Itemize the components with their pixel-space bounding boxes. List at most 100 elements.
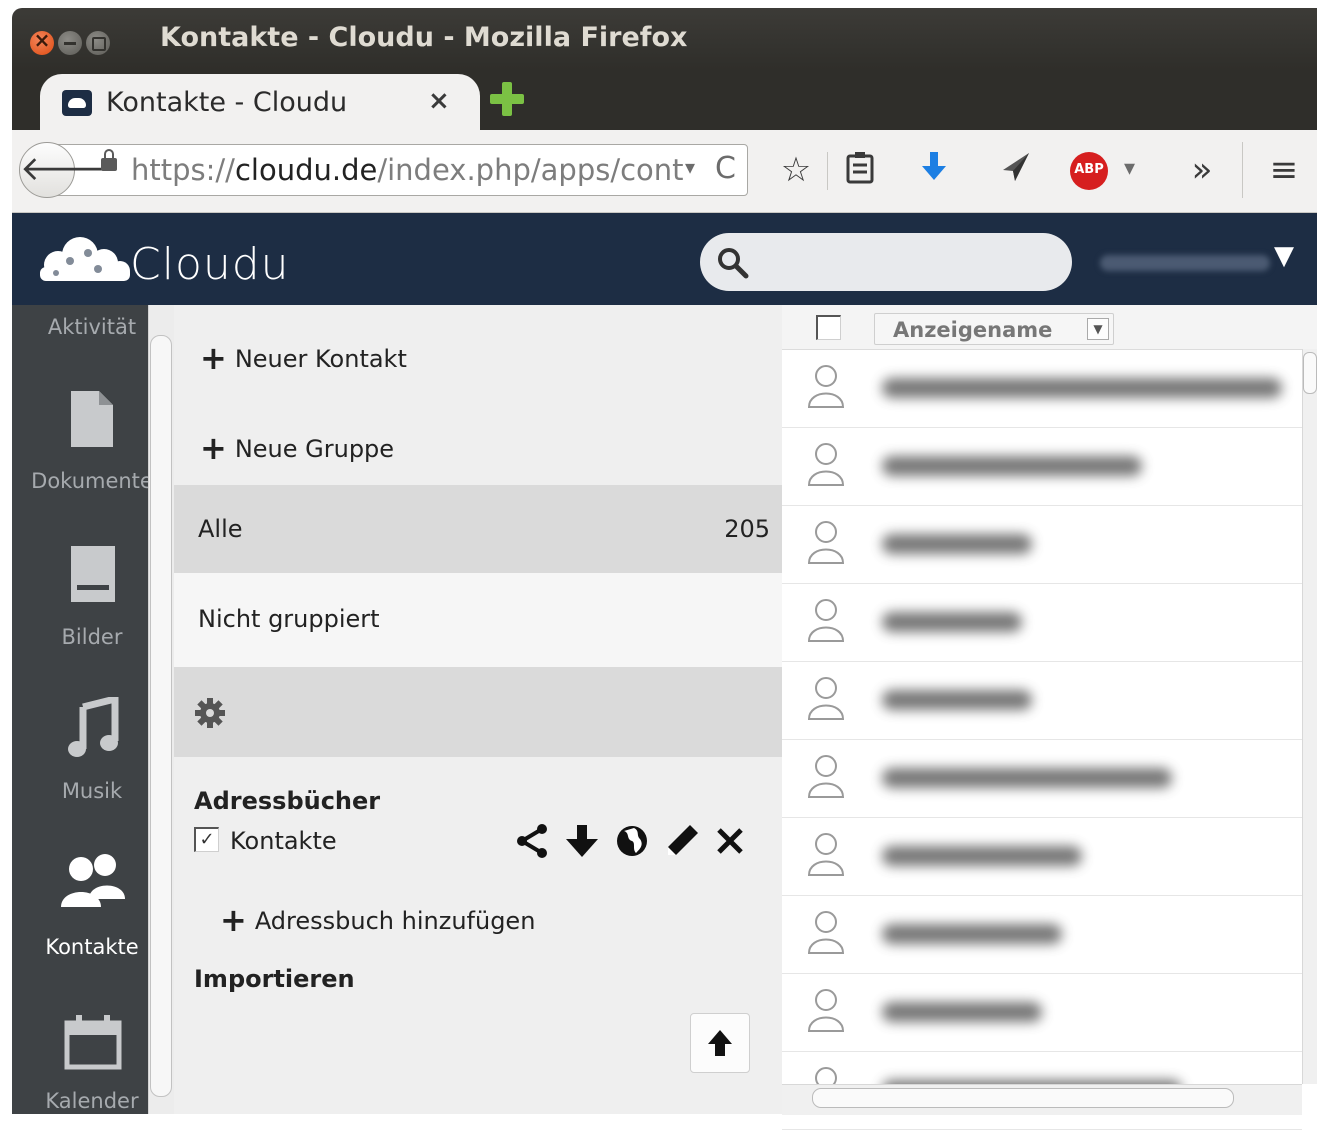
contact-avatar-icon	[807, 365, 845, 408]
contact-list: Anzeigename ▼	[782, 305, 1317, 1130]
contact-avatar-icon	[807, 833, 845, 876]
delete-icon[interactable]	[714, 825, 746, 857]
search-input[interactable]	[700, 233, 1072, 291]
download-icon[interactable]	[912, 150, 956, 193]
send-icon[interactable]	[994, 150, 1038, 193]
contact-name	[882, 924, 1062, 944]
sort-select-value: Anzeigename	[893, 318, 1053, 342]
contact-list-vscrollbar-thumb[interactable]	[1303, 352, 1317, 394]
url-path: /index.php/apps/cont	[377, 153, 684, 187]
navigation-toolbar: 🡐 https://cloudu.de/index.php/apps/cont …	[12, 130, 1317, 213]
plus-icon: +	[220, 901, 247, 939]
nav-item-aktivitaet[interactable]: Aktivität	[12, 315, 148, 339]
window-minimize-button[interactable]	[58, 31, 82, 55]
new-contact-label: Neuer Kontakt	[234, 345, 407, 373]
tab-kontakte[interactable]: Kontakte - Cloudu ×	[40, 74, 480, 130]
group-label: Nicht gruppiert	[198, 605, 380, 633]
contact-name	[882, 846, 1082, 866]
back-icon[interactable]: 🡐	[19, 142, 111, 198]
settings-row[interactable]	[174, 667, 782, 757]
document-icon[interactable]	[69, 389, 115, 449]
chevron-down-icon: ▼	[1087, 318, 1109, 340]
contact-row[interactable]	[782, 817, 1302, 896]
import-heading: Importieren	[194, 965, 355, 993]
window-title: Kontakte - Cloudu - Mozilla Firefox	[160, 22, 688, 53]
add-addressbook-button[interactable]: + Adressbuch hinzufügen	[220, 901, 535, 939]
contact-list-header: Anzeigename ▼	[782, 305, 1317, 350]
contact-avatar-icon	[807, 443, 845, 486]
contact-row[interactable]	[782, 661, 1302, 740]
sort-select[interactable]: Anzeigename ▼	[874, 313, 1114, 345]
window-close-button[interactable]	[30, 28, 54, 55]
cloud-logo-icon[interactable]	[28, 233, 138, 285]
contact-list-vscrollbar[interactable]	[1302, 349, 1317, 1084]
plus-icon: +	[200, 339, 227, 377]
url-scheme: https://	[131, 153, 235, 187]
reload-icon[interactable]: C	[715, 151, 736, 186]
upload-button[interactable]	[690, 1013, 750, 1073]
url-bar[interactable]: 🡐 https://cloudu.de/index.php/apps/cont …	[19, 142, 748, 198]
user-name[interactable]	[1100, 255, 1270, 271]
nav-item-bilder[interactable]: Bilder	[12, 625, 148, 649]
adblock-dropdown-icon[interactable]: ▾	[1124, 156, 1135, 181]
contact-row[interactable]	[782, 739, 1302, 818]
tab-close-icon[interactable]: ×	[428, 86, 450, 116]
adblock-label: ABP	[1074, 162, 1104, 177]
app-logo-text: Cloudu	[130, 239, 290, 290]
addressbook-checkbox[interactable]: ✓	[194, 827, 219, 852]
contact-avatar-icon	[807, 989, 845, 1032]
nav-item-kontakte[interactable]: Kontakte	[12, 935, 148, 959]
contact-row[interactable]	[782, 505, 1302, 584]
contact-row[interactable]	[782, 973, 1302, 1052]
contacts-icon[interactable]	[59, 851, 127, 913]
addressbooks-heading: Adressbücher	[194, 787, 381, 815]
new-tab-plus-icon[interactable]	[490, 82, 524, 116]
contact-avatar-icon	[807, 677, 845, 720]
contact-row[interactable]	[782, 583, 1302, 662]
addressbook-label: Kontakte	[230, 827, 337, 855]
group-item-all[interactable]: Alle 205	[174, 485, 782, 573]
adblock-icon[interactable]: ABP	[1070, 152, 1108, 190]
new-group-label: Neue Gruppe	[234, 435, 395, 463]
reading-list-icon[interactable]	[838, 150, 882, 193]
share-icon[interactable]	[514, 823, 550, 859]
contact-list-hscrollbar-thumb[interactable]	[812, 1088, 1234, 1108]
contact-avatar-icon	[807, 599, 845, 642]
upload-icon	[708, 1030, 732, 1056]
window-titlebar: Kontakte - Cloudu - Mozilla Firefox	[12, 8, 1317, 70]
contact-row[interactable]	[782, 349, 1302, 428]
lock-icon	[101, 149, 117, 171]
contact-row[interactable]	[782, 427, 1302, 506]
calendar-icon[interactable]	[64, 1013, 122, 1071]
group-item-ungrouped[interactable]: Nicht gruppiert	[174, 573, 782, 668]
music-icon[interactable]	[67, 697, 119, 759]
edit-icon[interactable]	[664, 823, 700, 859]
app-nav-scrollbar-thumb[interactable]	[150, 335, 172, 1097]
url-dropdown-icon[interactable]: ▾	[685, 155, 695, 179]
url-text[interactable]: https://cloudu.de/index.php/apps/cont	[131, 153, 684, 187]
contact-name	[882, 1002, 1042, 1022]
add-addressbook-label: Adressbuch hinzufügen	[254, 907, 536, 935]
pictures-icon[interactable]	[70, 545, 116, 603]
nav-item-kalender[interactable]: Kalender	[12, 1089, 148, 1113]
select-all-checkbox[interactable]	[816, 315, 841, 340]
gear-icon[interactable]	[194, 697, 226, 729]
menu-icon[interactable]: ≡	[1262, 150, 1306, 190]
star-icon[interactable]: ☆	[774, 150, 818, 190]
new-contact-button[interactable]: + Neuer Kontakt	[174, 305, 782, 395]
toolbar-separator	[1242, 142, 1243, 198]
new-group-button[interactable]: + Neue Gruppe	[174, 403, 782, 487]
contact-row[interactable]	[782, 895, 1302, 974]
contact-avatar-icon	[807, 755, 845, 798]
nav-item-musik[interactable]: Musik	[12, 779, 148, 803]
user-menu-caret-icon[interactable]: ▼	[1274, 241, 1294, 271]
overflow-icon[interactable]: »	[1180, 150, 1224, 190]
app-navigation: Aktivität Dokumente Bilder Musik Kontakt…	[12, 305, 148, 1114]
nav-item-dokumente[interactable]: Dokumente	[12, 469, 148, 493]
tab-title: Kontakte - Cloudu	[106, 87, 348, 118]
download-icon[interactable]	[564, 823, 600, 859]
contact-avatar-icon	[807, 911, 845, 954]
groups-panel: + Neuer Kontakt + Neue Gruppe Alle 205 Nic…	[174, 305, 783, 1114]
globe-icon[interactable]	[614, 823, 650, 859]
window-maximize-button[interactable]	[86, 31, 110, 55]
